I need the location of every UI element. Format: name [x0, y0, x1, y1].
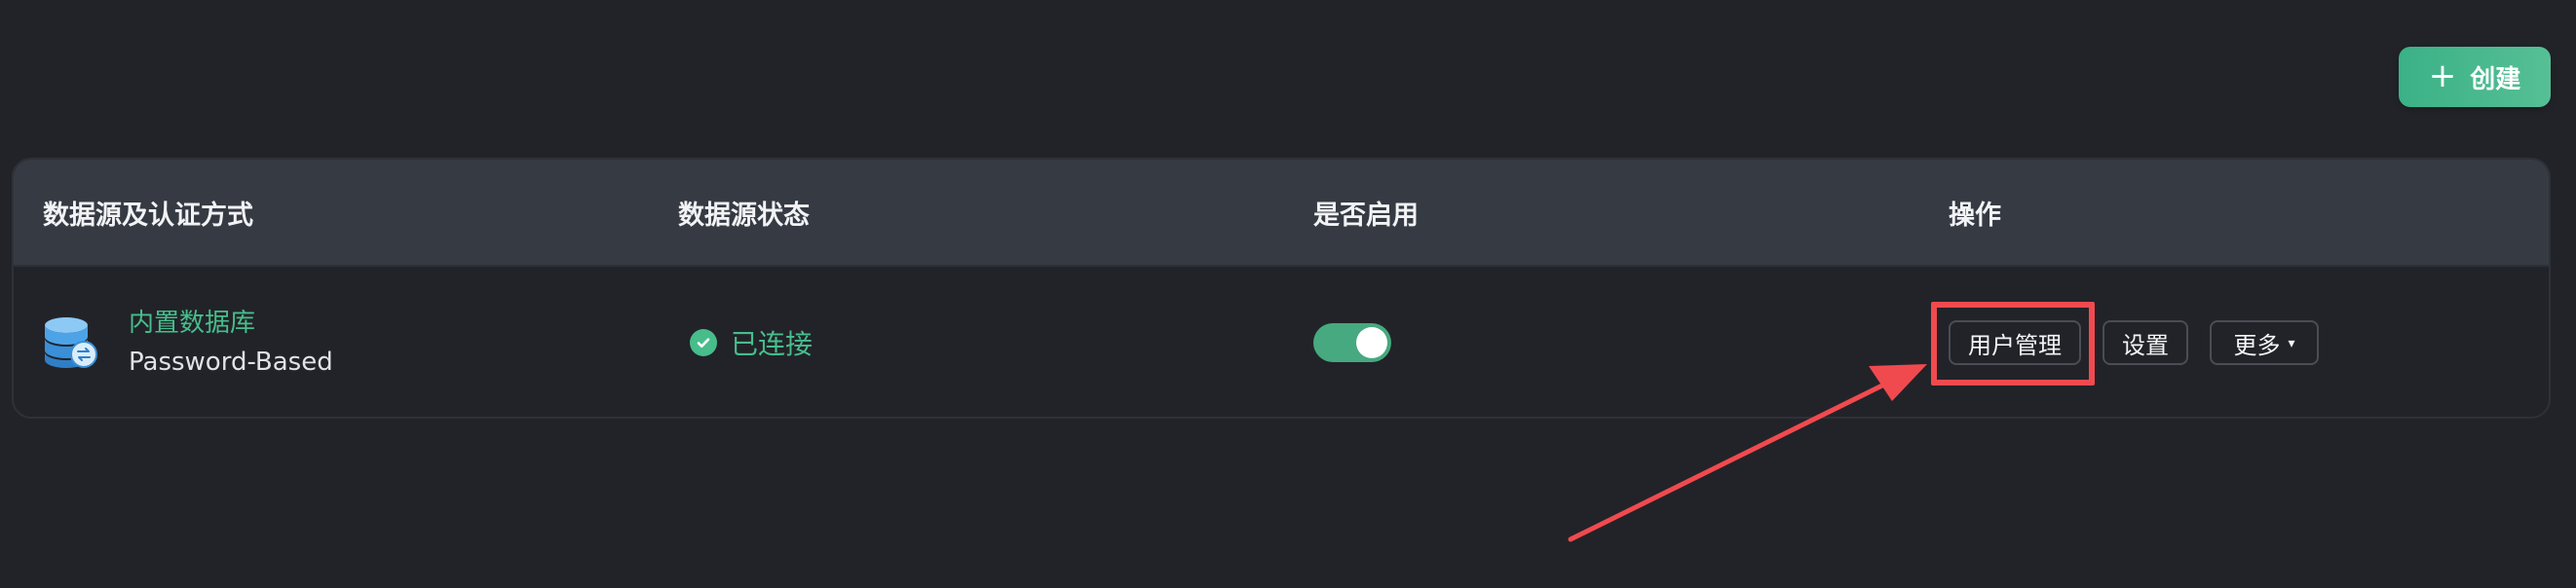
- settings-button[interactable]: 设置: [2102, 320, 2188, 365]
- create-button-label: 创建: [2470, 64, 2521, 94]
- table-row: 内置数据库 Password-Based 已连接 用户管理 设置 更多 ▾: [14, 267, 2549, 417]
- header-status: 数据源状态: [678, 200, 810, 231]
- table-header: 数据源及认证方式 数据源状态 是否启用 操作: [14, 160, 2549, 267]
- user-management-button[interactable]: 用户管理: [1949, 320, 2081, 365]
- header-actions: 操作: [1949, 200, 2001, 231]
- more-dropdown-button[interactable]: 更多 ▾: [2210, 320, 2319, 365]
- app-stage: + 创建 数据源及认证方式 数据源状态 是否启用 操作 内置数据库 Passwo…: [0, 0, 2576, 588]
- status-badge: 已连接: [690, 323, 813, 362]
- header-datasource: 数据源及认证方式: [43, 200, 253, 231]
- enabled-toggle[interactable]: [1313, 323, 1391, 362]
- row-actions: 用户管理 设置 更多 ▾: [1949, 320, 2319, 365]
- database-icon: [45, 317, 97, 368]
- auth-method-label: Password-Based: [129, 348, 333, 377]
- create-button[interactable]: + 创建: [2399, 47, 2551, 107]
- more-button-label: 更多: [2233, 331, 2281, 359]
- datasource-text: 内置数据库 Password-Based: [129, 308, 333, 378]
- datasource-name-link[interactable]: 内置数据库: [129, 308, 333, 339]
- enabled-cell: [1313, 267, 1391, 417]
- datasource-table: 数据源及认证方式 数据源状态 是否启用 操作 内置数据库 Password-Ba…: [12, 158, 2551, 419]
- actions-cell: 用户管理 设置 更多 ▾: [1949, 267, 2319, 417]
- caret-down-icon: ▾: [2288, 336, 2295, 351]
- toggle-knob: [1356, 327, 1387, 358]
- datasource-cell: 内置数据库 Password-Based: [14, 267, 333, 417]
- header-enabled: 是否启用: [1313, 200, 1419, 231]
- plus-icon: +: [2428, 55, 2457, 95]
- status-cell: 已连接: [690, 267, 813, 417]
- check-circle-icon: [690, 329, 717, 356]
- status-text: 已连接: [731, 328, 814, 360]
